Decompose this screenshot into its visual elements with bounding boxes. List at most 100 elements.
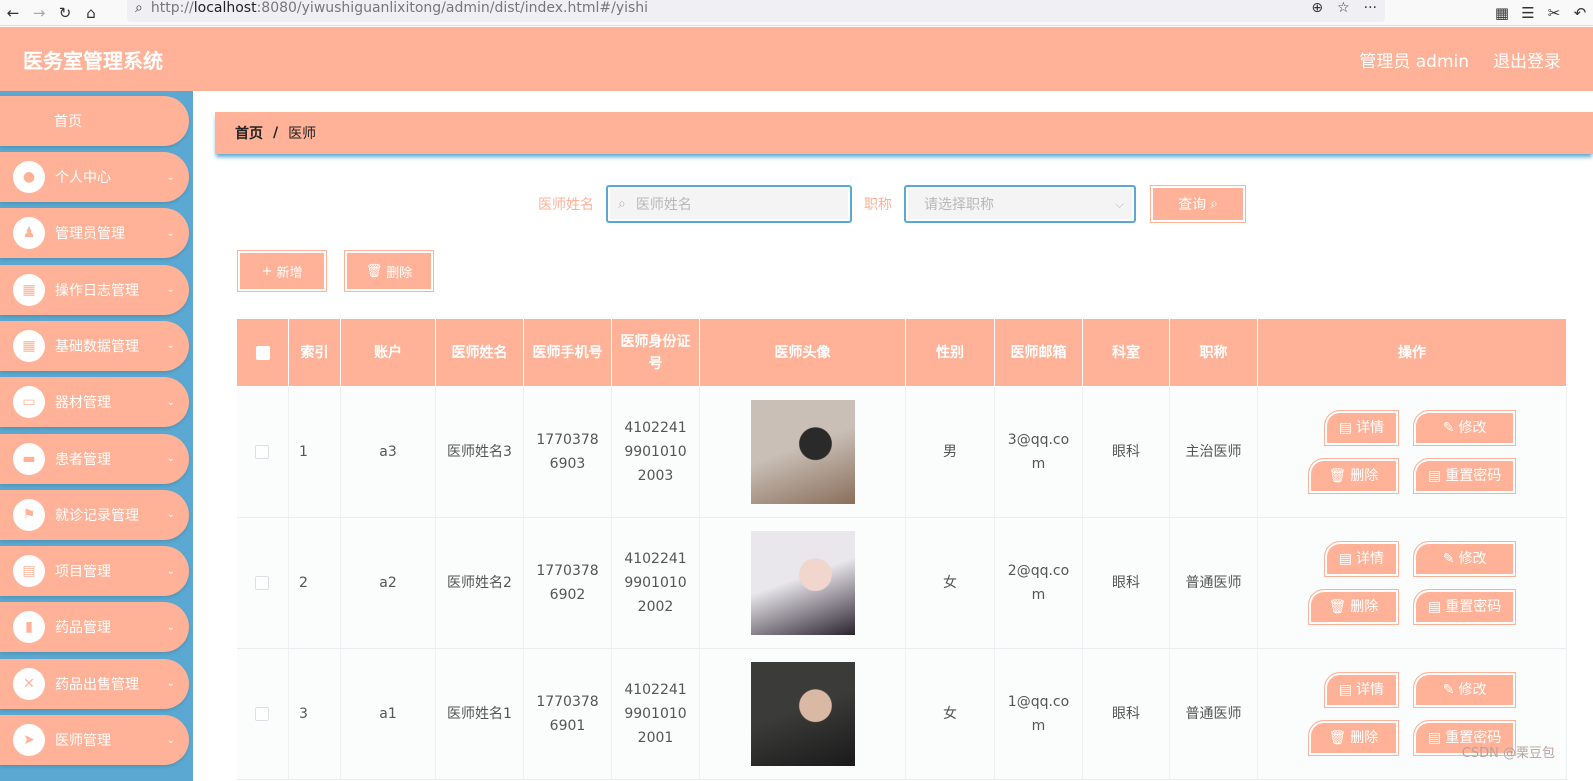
query-button[interactable]: 查询 ⌕ <box>1150 185 1246 223</box>
undo-icon[interactable]: ↶ <box>1567 0 1593 26</box>
cell-title: 普通医师 <box>1169 517 1258 649</box>
back-icon[interactable]: ← <box>0 0 26 26</box>
collections-icon[interactable]: ☰ <box>1515 0 1541 26</box>
sidebar-item-label: 患者管理 <box>55 451 111 468</box>
cell-email: 2@qq.com <box>994 517 1083 649</box>
title-select[interactable]: 请选择职称 ⌵ <box>904 185 1136 223</box>
edit-button[interactable]: ✎ 修改 <box>1413 672 1517 708</box>
edit-button[interactable]: ✎ 修改 <box>1413 541 1517 577</box>
plus-icon: + <box>261 263 273 279</box>
delete-button[interactable]: 🗑 删除 <box>1307 589 1399 625</box>
top-header: 医务室管理系统 管理员 admin 退出登录 <box>0 27 1593 91</box>
column-header: 账户 <box>340 318 436 387</box>
reset-password-label: 重置密码 <box>1445 468 1502 484</box>
sidebar-item-11[interactable]: ➤ 医师管理 ⌄ <box>0 715 189 765</box>
name-search-input[interactable]: ⌕ 医师姓名 <box>606 185 852 223</box>
chevron-down-icon: ⌄ <box>166 340 175 352</box>
column-header: 职称 <box>1169 318 1258 387</box>
column-header: 医师头像 <box>699 318 906 387</box>
column-header: 操作 <box>1257 318 1567 387</box>
breadcrumb-separator: / <box>273 125 279 141</box>
sidebar-item-5[interactable]: ▭ 器材管理 ⌄ <box>0 377 189 428</box>
trash-icon: 🗑 <box>1328 730 1347 746</box>
table-row: 3 a1 医师姓名1 17703786901 410224199010102001 女 1@… <box>236 648 1567 780</box>
search-icon: ⌕ <box>618 196 626 212</box>
cell-account: a3 <box>340 386 436 518</box>
row-checkbox[interactable] <box>236 386 289 518</box>
reset-password-button[interactable]: ▤ 重置密码 <box>1413 458 1517 494</box>
forward-icon[interactable]: → <box>26 0 52 26</box>
sidebar: 首页 ● 个人中心 ⌄ ♟ 管理员管理 ⌄ ▦ 操作日志管理 ⌄ ▦ 基础数据管理 ⌄ ▭ 器材管理 ⌄ ▬ 患… <box>0 91 193 781</box>
url-host: localhost <box>193 0 257 16</box>
delete-label: 删除 <box>1350 599 1379 615</box>
sidebar-item-6[interactable]: ▬ 患者管理 ⌄ <box>0 433 189 484</box>
add-button-label: 新增 <box>276 265 303 281</box>
column-header: 科室 <box>1082 318 1170 387</box>
row-checkbox[interactable] <box>236 517 289 649</box>
cell-phone: 17703786902 <box>523 517 612 649</box>
sidebar-item-4[interactable]: ▦ 基础数据管理 ⌄ <box>0 320 189 371</box>
user-icon: ● <box>13 161 45 193</box>
name-search-placeholder: 医师姓名 <box>635 197 692 213</box>
cell-avatar <box>699 386 906 518</box>
document-icon: ▤ <box>1428 599 1442 615</box>
chevron-down-icon: ⌵ <box>1114 196 1124 211</box>
cell-avatar <box>699 648 906 780</box>
cell-dept: 眼科 <box>1082 648 1170 780</box>
chevron-down-icon: ⌄ <box>166 678 175 690</box>
column-header: 医师姓名 <box>435 318 524 387</box>
detail-label: 详情 <box>1356 420 1384 436</box>
detail-button[interactable]: ▤ 详情 <box>1323 672 1399 708</box>
sidebar-item-7[interactable]: ⚑ 就诊记录管理 ⌄ <box>0 489 189 540</box>
breadcrumb-home[interactable]: 首页 <box>235 123 263 143</box>
sidebar-item-home[interactable]: 首页 <box>0 96 189 146</box>
trash-icon: 🗑 <box>1328 599 1347 615</box>
chevron-down-icon: ⌄ <box>166 565 175 577</box>
sidebar-item-3[interactable]: ▦ 操作日志管理 ⌄ <box>0 264 189 315</box>
app-title: 医务室管理系统 <box>23 50 163 73</box>
home-icon[interactable]: ⌂ <box>78 0 104 26</box>
sidebar-item-9[interactable]: ▮ 药品管理 ⌄ <box>0 602 189 653</box>
scissors-icon[interactable]: ✂ <box>1541 0 1567 26</box>
sidebar-item-1[interactable]: ● 个人中心 ⌄ <box>0 152 189 202</box>
main-content: 首页 / 医师 医师姓名 ⌕ 医师姓名 职称 请选择职称 ⌵ 查询 ⌕ + 新增… <box>193 91 1593 781</box>
zoom-icon[interactable]: ⊕ <box>1311 0 1323 22</box>
clipboard-icon: ▤ <box>13 555 45 588</box>
select-all-checkbox[interactable] <box>236 318 289 387</box>
add-button[interactable]: + 新增 <box>237 250 327 292</box>
logout-link[interactable]: 退出登录 <box>1493 47 1561 72</box>
batch-delete-button[interactable]: 🗑 删除 <box>344 250 434 292</box>
reload-icon[interactable]: ↻ <box>52 0 78 26</box>
pencil-icon: ✎ <box>1442 420 1455 436</box>
star-icon[interactable]: ☆ <box>1337 0 1350 22</box>
document-icon: ▤ <box>1338 551 1352 567</box>
doctor-avatar <box>750 531 855 635</box>
chevron-down-icon: ⌄ <box>166 509 175 521</box>
search-icon: ⌕ <box>135 0 143 16</box>
sidebar-item-8[interactable]: ▤ 项目管理 ⌄ <box>0 546 189 597</box>
address-bar[interactable]: ⌕ http://localhost:8080/yiwushiguanlixit… <box>127 0 1385 22</box>
column-header: 医师手机号 <box>523 318 612 387</box>
cell-index: 2 <box>288 517 341 649</box>
cell-account: a2 <box>340 517 436 649</box>
cell-index: 1 <box>288 386 341 518</box>
cell-name: 医师姓名2 <box>435 517 524 649</box>
current-user: 管理员 admin <box>1359 51 1469 72</box>
sidebar-item-10[interactable]: ✕ 药品出售管理 ⌄ <box>0 658 189 709</box>
delete-button[interactable]: 🗑 删除 <box>1307 720 1399 756</box>
title-search-label: 职称 <box>864 197 892 213</box>
more-icon[interactable]: ··· <box>1364 0 1377 22</box>
column-header: 索引 <box>288 318 341 387</box>
row-checkbox[interactable] <box>236 648 289 780</box>
detail-button[interactable]: ▤ 详情 <box>1323 410 1399 446</box>
cell-id-card: 410224199010102003 <box>611 386 700 518</box>
sidebar-item-label: 管理员管理 <box>55 226 125 243</box>
cell-title: 主治医师 <box>1169 386 1258 518</box>
reset-password-button[interactable]: ▤ 重置密码 <box>1413 589 1517 625</box>
apps-icon[interactable]: ▦ <box>1489 0 1515 26</box>
sidebar-item-2[interactable]: ♟ 管理员管理 ⌄ <box>0 208 189 259</box>
edit-button[interactable]: ✎ 修改 <box>1413 410 1517 446</box>
delete-button[interactable]: 🗑 删除 <box>1307 458 1399 494</box>
detail-button[interactable]: ▤ 详情 <box>1323 541 1399 577</box>
cell-operations: ▤ 详情 ✎ 修改 🗑 删除 ▤ 重置密码 <box>1257 517 1567 649</box>
